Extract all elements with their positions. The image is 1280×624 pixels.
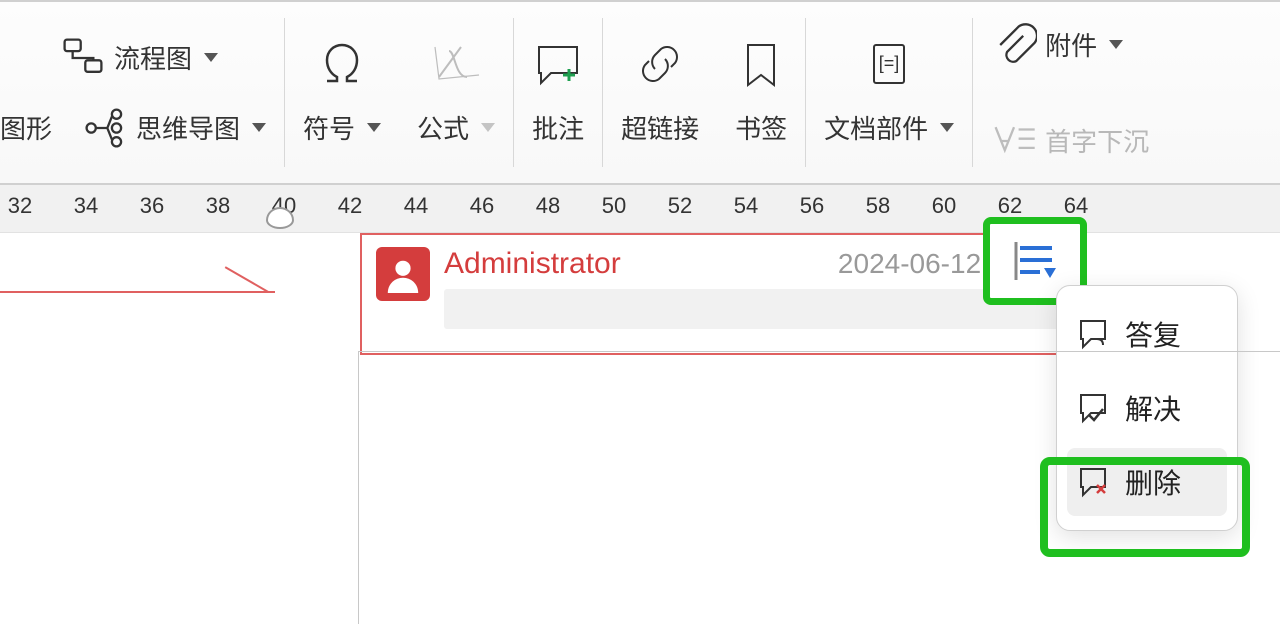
ribbon-group-docparts: [=] 文档部件 [806, 2, 972, 183]
ruler-tick: 58 [866, 193, 890, 219]
horizontal-ruler[interactable]: 3234363840424446485052545658606264 [0, 185, 1280, 233]
comment-bubble[interactable]: Administrator 2024-06-12 15:08 [360, 233, 1075, 355]
symbol-label: 符号 [303, 109, 355, 146]
chevron-down-icon [1109, 40, 1123, 49]
ruler-tick: 52 [668, 193, 692, 219]
chevron-down-icon [367, 123, 381, 132]
mindmap-icon [82, 105, 128, 151]
chevron-down-icon [204, 53, 218, 62]
flowchart-button[interactable]: 流程图 [0, 35, 218, 81]
shapes-label-partial[interactable]: 图形 [0, 109, 52, 146]
chevron-down-icon [940, 123, 954, 132]
bookmark-label: 书签 [735, 109, 787, 146]
comment-button[interactable]: 批注 [532, 39, 584, 146]
svg-text:[=]: [=] [879, 53, 900, 73]
ribbon-group-insert-misc: 附件 首字下沉 [973, 2, 1167, 183]
ruler-tick: 38 [206, 193, 230, 219]
ribbon-group-symbols: 符号 公式 [285, 2, 513, 183]
hyperlink-label: 超链接 [621, 109, 699, 146]
comment-leader-line [225, 266, 269, 293]
doc-parts-label: 文档部件 [824, 109, 928, 146]
flowchart-label: 流程图 [114, 39, 192, 76]
formula-button[interactable]: 公式 [417, 39, 495, 146]
attachment-label: 附件 [1045, 26, 1097, 63]
doc-parts-button[interactable]: [=] 文档部件 [824, 39, 954, 146]
ruler-tick: 42 [338, 193, 362, 219]
symbol-button[interactable]: 符号 [303, 39, 381, 146]
paperclip-icon [991, 22, 1037, 68]
ribbon-group-links: 超链接 书签 [603, 2, 805, 183]
chevron-down-icon [481, 123, 495, 132]
ruler-tick: 44 [404, 193, 428, 219]
comment-add-icon [533, 39, 583, 89]
ruler-tick: 62 [998, 193, 1022, 219]
ruler-tick: 48 [536, 193, 560, 219]
ruler-tick: 60 [932, 193, 956, 219]
formula-icon [431, 39, 481, 89]
comment-label: 批注 [532, 109, 584, 146]
attachment-button[interactable]: 附件 [991, 22, 1123, 68]
comment-leader-line [0, 291, 275, 293]
chevron-down-icon [252, 123, 266, 132]
bookmark-icon [736, 39, 786, 89]
editor-area[interactable]: Administrator 2024-06-12 15:08 答复 [0, 233, 1280, 624]
mindmap-label: 思维导图 [136, 114, 240, 144]
comment-body: Administrator 2024-06-12 15:08 [444, 247, 1059, 341]
menu-item-label: 答复 [1125, 314, 1181, 354]
hyperlink-button[interactable]: 超链接 [621, 39, 699, 146]
ribbon-group-diagrams: 流程图 图形 思维导图 [0, 2, 284, 183]
comment-author: Administrator [444, 247, 621, 281]
formula-label: 公式 [417, 109, 469, 146]
ribbon-group-comment: 批注 [514, 2, 602, 183]
bookmark-button[interactable]: 书签 [735, 39, 787, 146]
dropcap-label: 首字下沉 [1045, 122, 1149, 159]
mindmap-button[interactable]: 思维导图 [136, 109, 240, 146]
ruler-tick: 56 [800, 193, 824, 219]
ruler-tick: 46 [470, 193, 494, 219]
comment-text-input[interactable] [444, 289, 1059, 329]
ruler-indent-marker[interactable] [266, 207, 294, 229]
ruler-tick: 32 [8, 193, 32, 219]
omega-icon [317, 39, 367, 89]
ruler-tick: 34 [74, 193, 98, 219]
doc-parts-icon: [=] [864, 39, 914, 89]
ribbon-toolbar: 流程图 图形 思维导图 符号 公式 [0, 0, 1280, 185]
ruler-tick: 64 [1064, 193, 1088, 219]
page-boundary [358, 351, 1280, 624]
dropcap-icon [991, 118, 1037, 164]
link-icon [635, 39, 685, 89]
flowchart-icon [60, 35, 106, 81]
ruler-tick: 50 [602, 193, 626, 219]
avatar [376, 247, 430, 301]
dropcap-button[interactable]: 首字下沉 [991, 118, 1149, 164]
reply-icon [1077, 317, 1111, 351]
ruler-tick: 36 [140, 193, 164, 219]
ruler-tick: 54 [734, 193, 758, 219]
